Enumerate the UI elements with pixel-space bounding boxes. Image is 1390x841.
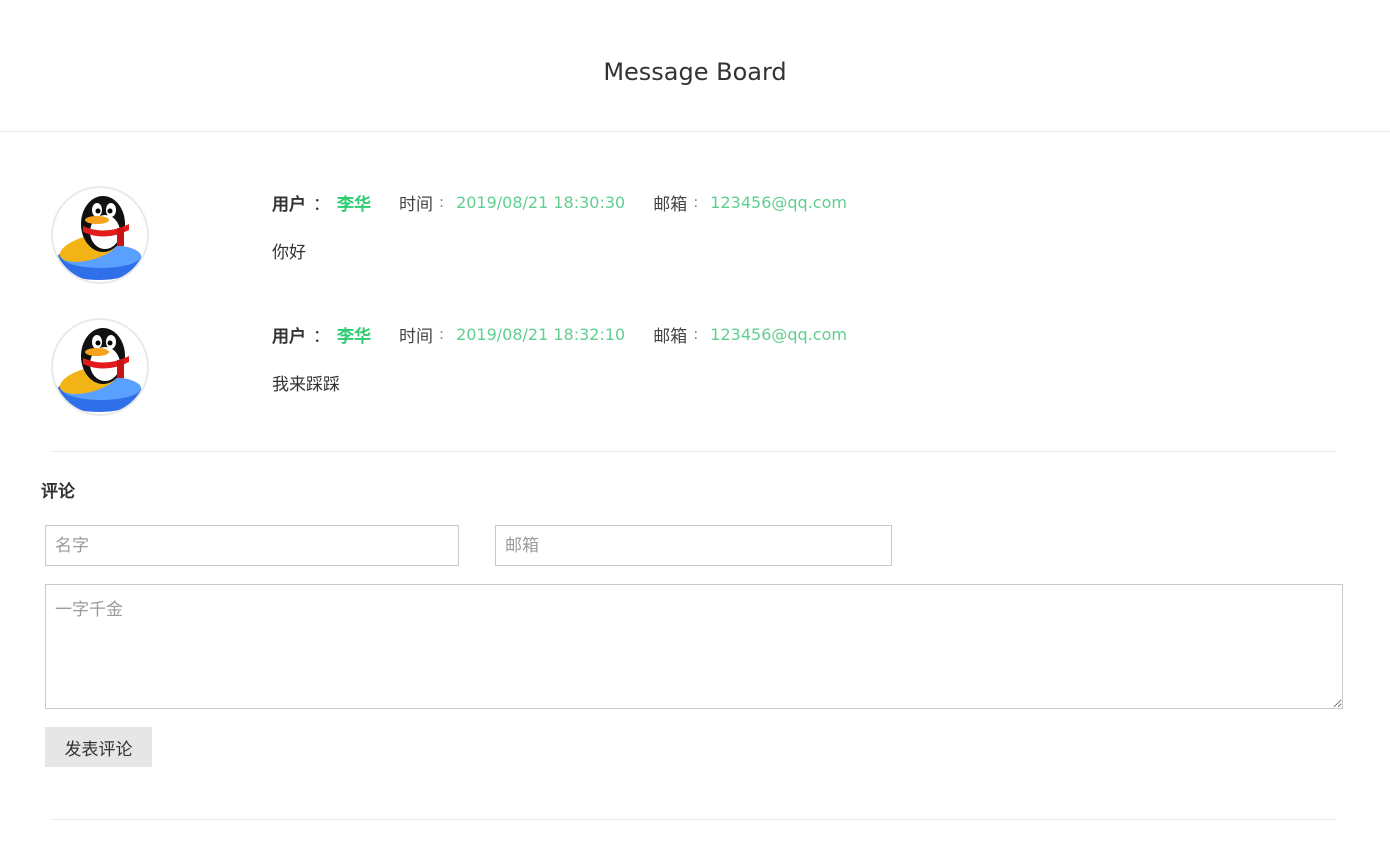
time-label: 时间 (399, 326, 433, 347)
comment-meta: 用户 ： 李华 时间 : 2019/08/21 18:32:10 邮箱 : 12… (272, 322, 847, 347)
comment-item: 用户 ： 李华 时间 : 2019/08/21 18:30:30 邮箱 : 12… (0, 186, 1390, 296)
user-label: 用户 (272, 326, 306, 347)
user-colon: ： (313, 326, 330, 347)
user-colon: ： (313, 194, 330, 215)
page-title: Message Board (603, 58, 787, 86)
email-label: 邮箱 (653, 194, 688, 215)
username: 李华 (337, 194, 371, 215)
timestamp: 2019/08/21 18:32:10 (456, 324, 626, 344)
comment-item: 用户 ： 李华 时间 : 2019/08/21 18:32:10 邮箱 : 12… (0, 318, 1390, 428)
email-value: 123456@qq.com (710, 324, 847, 344)
comment-message: 你好 (272, 243, 306, 263)
qq-penguin-avatar-icon (51, 318, 149, 416)
name-input[interactable] (45, 525, 459, 566)
comment-meta: 用户 ： 李华 时间 : 2019/08/21 18:30:30 邮箱 : 12… (272, 190, 847, 215)
submit-comment-button[interactable]: 发表评论 (45, 727, 152, 767)
time-colon: : (439, 325, 445, 343)
email-value: 123456@qq.com (710, 192, 847, 212)
comment-message: 我来踩踩 (272, 375, 340, 395)
time-label: 时间 (399, 194, 433, 215)
timestamp: 2019/08/21 18:30:30 (456, 192, 626, 212)
divider (51, 451, 1336, 452)
comment-textarea[interactable] (45, 584, 1343, 709)
email-colon: : (693, 193, 699, 211)
email-input[interactable] (495, 525, 892, 566)
divider (51, 819, 1336, 820)
qq-penguin-avatar-icon (51, 186, 149, 284)
email-colon: : (693, 325, 699, 343)
page-header: Message Board (0, 0, 1390, 132)
time-colon: : (439, 193, 445, 211)
username: 李华 (337, 326, 371, 347)
comment-section-title: 评论 (41, 482, 75, 502)
email-label: 邮箱 (653, 326, 688, 347)
user-label: 用户 (272, 194, 306, 215)
